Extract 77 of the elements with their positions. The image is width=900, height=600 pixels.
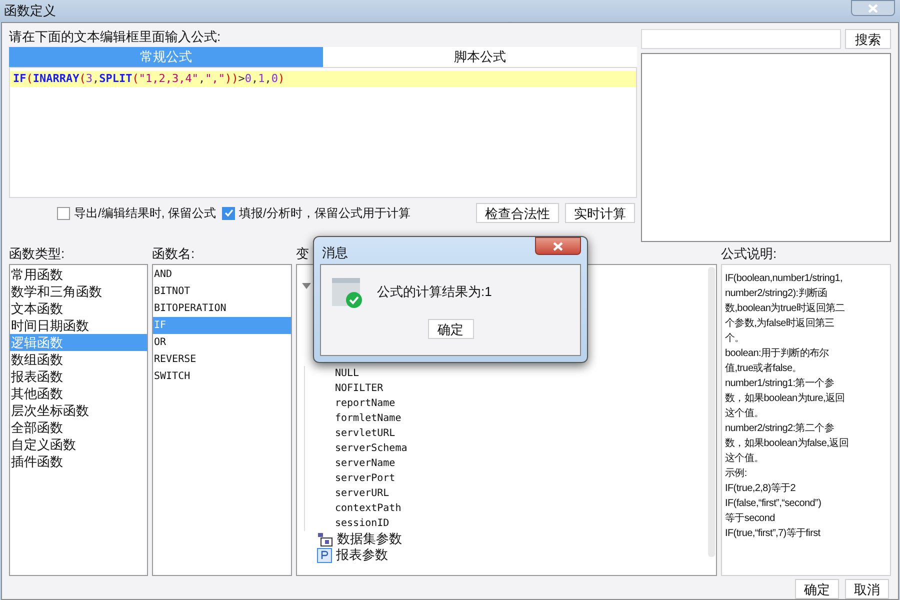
scrollbar[interactable] (708, 267, 715, 557)
search-field[interactable] (641, 29, 841, 49)
description-line: IF(boolean,number1/string1, (725, 272, 843, 286)
window-title: 函数定义 (4, 2, 56, 20)
function-name-item[interactable]: BITNOT (153, 283, 291, 300)
function-name-item[interactable]: SWITCH (153, 368, 291, 385)
dialog-button[interactable]: 实时计算 (565, 203, 635, 223)
description-line: 数，如果boolean为ture,返回 (725, 392, 845, 406)
dialog-button[interactable]: 确定 (428, 319, 474, 339)
variable-item[interactable]: formletName (335, 411, 402, 426)
dialog-button[interactable]: 确定 (795, 579, 839, 599)
function-type-item[interactable]: 常用函数 (10, 266, 147, 283)
description-line: 个参数,为false时返回第三 (725, 316, 834, 331)
function-name-item[interactable]: BITOPERATION (153, 300, 291, 317)
function-type-item[interactable]: 全部函数 (10, 419, 147, 436)
description-line: 示例: (725, 467, 747, 481)
description-line: IF(true,“first”,7)等于first (725, 527, 820, 541)
description-line: number1/string1:第一个参 (725, 376, 834, 391)
variable-item[interactable]: contextPath (335, 501, 402, 516)
function-type-item[interactable]: 数学和三角函数 (10, 283, 147, 300)
dataset-icon (317, 532, 333, 546)
description-line: IF(false,“first”,“second”) (725, 497, 822, 511)
description-line: 等于second (725, 512, 775, 526)
expand-arrow-icon (302, 283, 311, 289)
checkbox[interactable] (57, 206, 70, 220)
dialog-button[interactable]: 搜索 (845, 29, 891, 49)
description-line: number2/string2):判断函 (725, 286, 828, 301)
description-line: boolean:用于判断的布尔 (725, 346, 829, 361)
formula-editor[interactable]: IF(INARRAY(3,SPLIT("1,2,3,4",","))>0,1,0) (9, 67, 637, 198)
formula-tab[interactable]: 脚本公式 (323, 47, 637, 67)
formula-text: IF(INARRAY(3,SPLIT("1,2,3,4",","))>0,1,0) (10, 71, 636, 87)
function-type-item[interactable]: 插件函数 (10, 453, 147, 470)
checkbox[interactable] (222, 206, 236, 220)
success-icon (332, 276, 362, 308)
description-line: 个。 (725, 332, 744, 346)
description-line: 这个值。 (725, 452, 764, 466)
param-icon (317, 548, 332, 562)
dialog-button[interactable]: 取消 (845, 579, 889, 599)
close-icon (868, 4, 878, 12)
description-line: number2/string2:第二个参 (725, 422, 834, 436)
variable-item[interactable]: NULL (335, 366, 360, 381)
variable-item[interactable]: serverURL (335, 486, 390, 501)
close-button[interactable] (851, 0, 895, 16)
function-name-item[interactable]: REVERSE (153, 351, 291, 368)
column-label: 变 (296, 245, 309, 263)
option-label: 导出/编辑结果时, 保留公式 (74, 205, 216, 222)
function-name-item[interactable]: AND (153, 266, 291, 283)
column-label: 公式说明: (721, 245, 778, 263)
function-type-item[interactable]: 层次坐标函数 (10, 402, 147, 419)
variable-item[interactable]: serverPort (335, 471, 396, 486)
editor-prompt: 请在下面的文本编辑框里面输入公式: (9, 28, 222, 46)
function-type-item[interactable]: 自定义函数 (10, 436, 147, 453)
function-type-item[interactable]: 时间日期函数 (10, 317, 147, 334)
description-line: 数,boolean为true时返回第二 (725, 302, 845, 316)
variable-item[interactable]: serverSchema (335, 441, 408, 456)
description-line: 这个值。 (725, 406, 764, 421)
message-text: 公式的计算结果为:1 (377, 283, 492, 302)
function-type-item[interactable]: 文本函数 (10, 300, 147, 317)
function-type-item[interactable]: 其他函数 (10, 385, 147, 402)
option-label: 填报/分析时，保留公式用于计算 (239, 205, 410, 222)
dialog-button[interactable]: 检查合法性 (476, 203, 559, 223)
close-button[interactable] (535, 237, 581, 255)
function-name-item[interactable]: OR (153, 334, 291, 351)
message-title: 消息 (321, 244, 348, 262)
variable-item[interactable]: reportName (335, 396, 396, 411)
function-type-item[interactable]: 数组函数 (10, 351, 147, 368)
function-type-item[interactable]: 报表函数 (10, 368, 147, 385)
column-label: 函数类型: (9, 245, 66, 263)
close-icon (553, 242, 563, 250)
variable-item[interactable]: sessionID (335, 516, 390, 531)
variable-item[interactable]: serverName (335, 456, 396, 471)
variable-item[interactable]: servletURL (335, 426, 396, 441)
variable-item[interactable]: NOFILTER (335, 381, 384, 396)
description-line: 数，如果boolean为false,返回 (725, 436, 848, 451)
column-label: 函数名: (152, 245, 196, 263)
description-line: IF(true,2,8)等于2 (725, 482, 796, 496)
description-line: 值,true或者false。 (725, 362, 802, 376)
